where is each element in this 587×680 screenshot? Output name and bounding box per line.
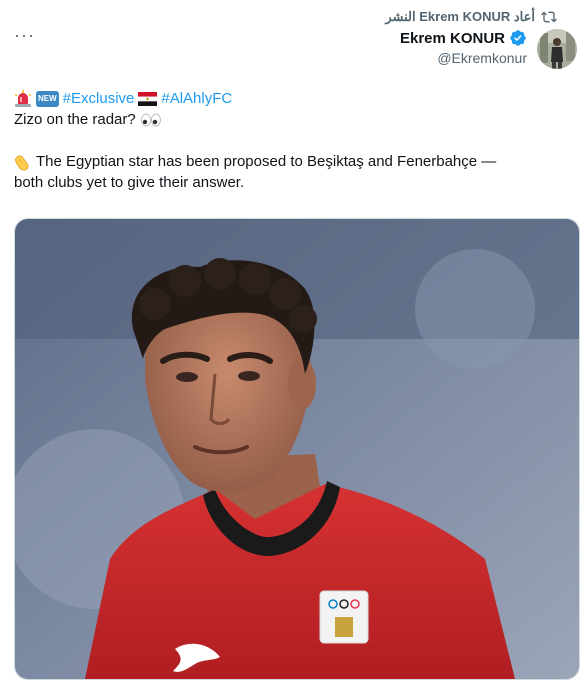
body-text-line-1: The Egyptian star has been proposed to B… — [36, 153, 497, 170]
body-text-line-2: both clubs yet to give their answer. — [14, 174, 245, 191]
avatar[interactable] — [537, 29, 577, 69]
verified-badge-icon — [510, 30, 526, 46]
tweet[interactable]: أعاد Ekrem KONUR النشر ··· Ekrem KONUR @… — [0, 0, 587, 680]
author-name[interactable]: Ekrem KONUR — [400, 30, 505, 47]
egypt-flag-icon — [138, 91, 158, 106]
body-line-2: both clubs yet to give their answer. — [14, 172, 574, 193]
player-photo — [15, 219, 579, 679]
more-options-icon[interactable]: ··· — [14, 26, 34, 44]
repost-icon — [541, 11, 557, 23]
hashtag-alahlyfc[interactable]: #AlAhlyFC — [161, 88, 232, 109]
repost-indicator[interactable]: أعاد Ekrem KONUR النشر — [385, 9, 557, 25]
eyes-icon — [140, 113, 161, 126]
repost-text: أعاد Ekrem KONUR النشر — [385, 9, 535, 24]
hashtag-line: NEW #Exclusive #AlAhlyFC — [14, 88, 574, 109]
question-text: Zizo on the radar? — [14, 111, 136, 128]
author-handle[interactable]: @Ekremkonur — [400, 50, 527, 66]
hashtag-exclusive[interactable]: #Exclusive — [63, 88, 135, 109]
question-line: Zizo on the radar? — [14, 109, 574, 130]
tweet-text: NEW #Exclusive #AlAhlyFC Zizo on the rad… — [14, 88, 574, 193]
body-line-1: The Egyptian star has been proposed to B… — [14, 151, 574, 172]
author-block[interactable]: Ekrem KONUR @Ekremkonur — [400, 29, 577, 69]
siren-icon — [15, 90, 31, 107]
tweet-image[interactable] — [14, 218, 580, 680]
pointing-hand-icon — [14, 155, 29, 170]
new-badge-icon: NEW — [36, 90, 59, 107]
